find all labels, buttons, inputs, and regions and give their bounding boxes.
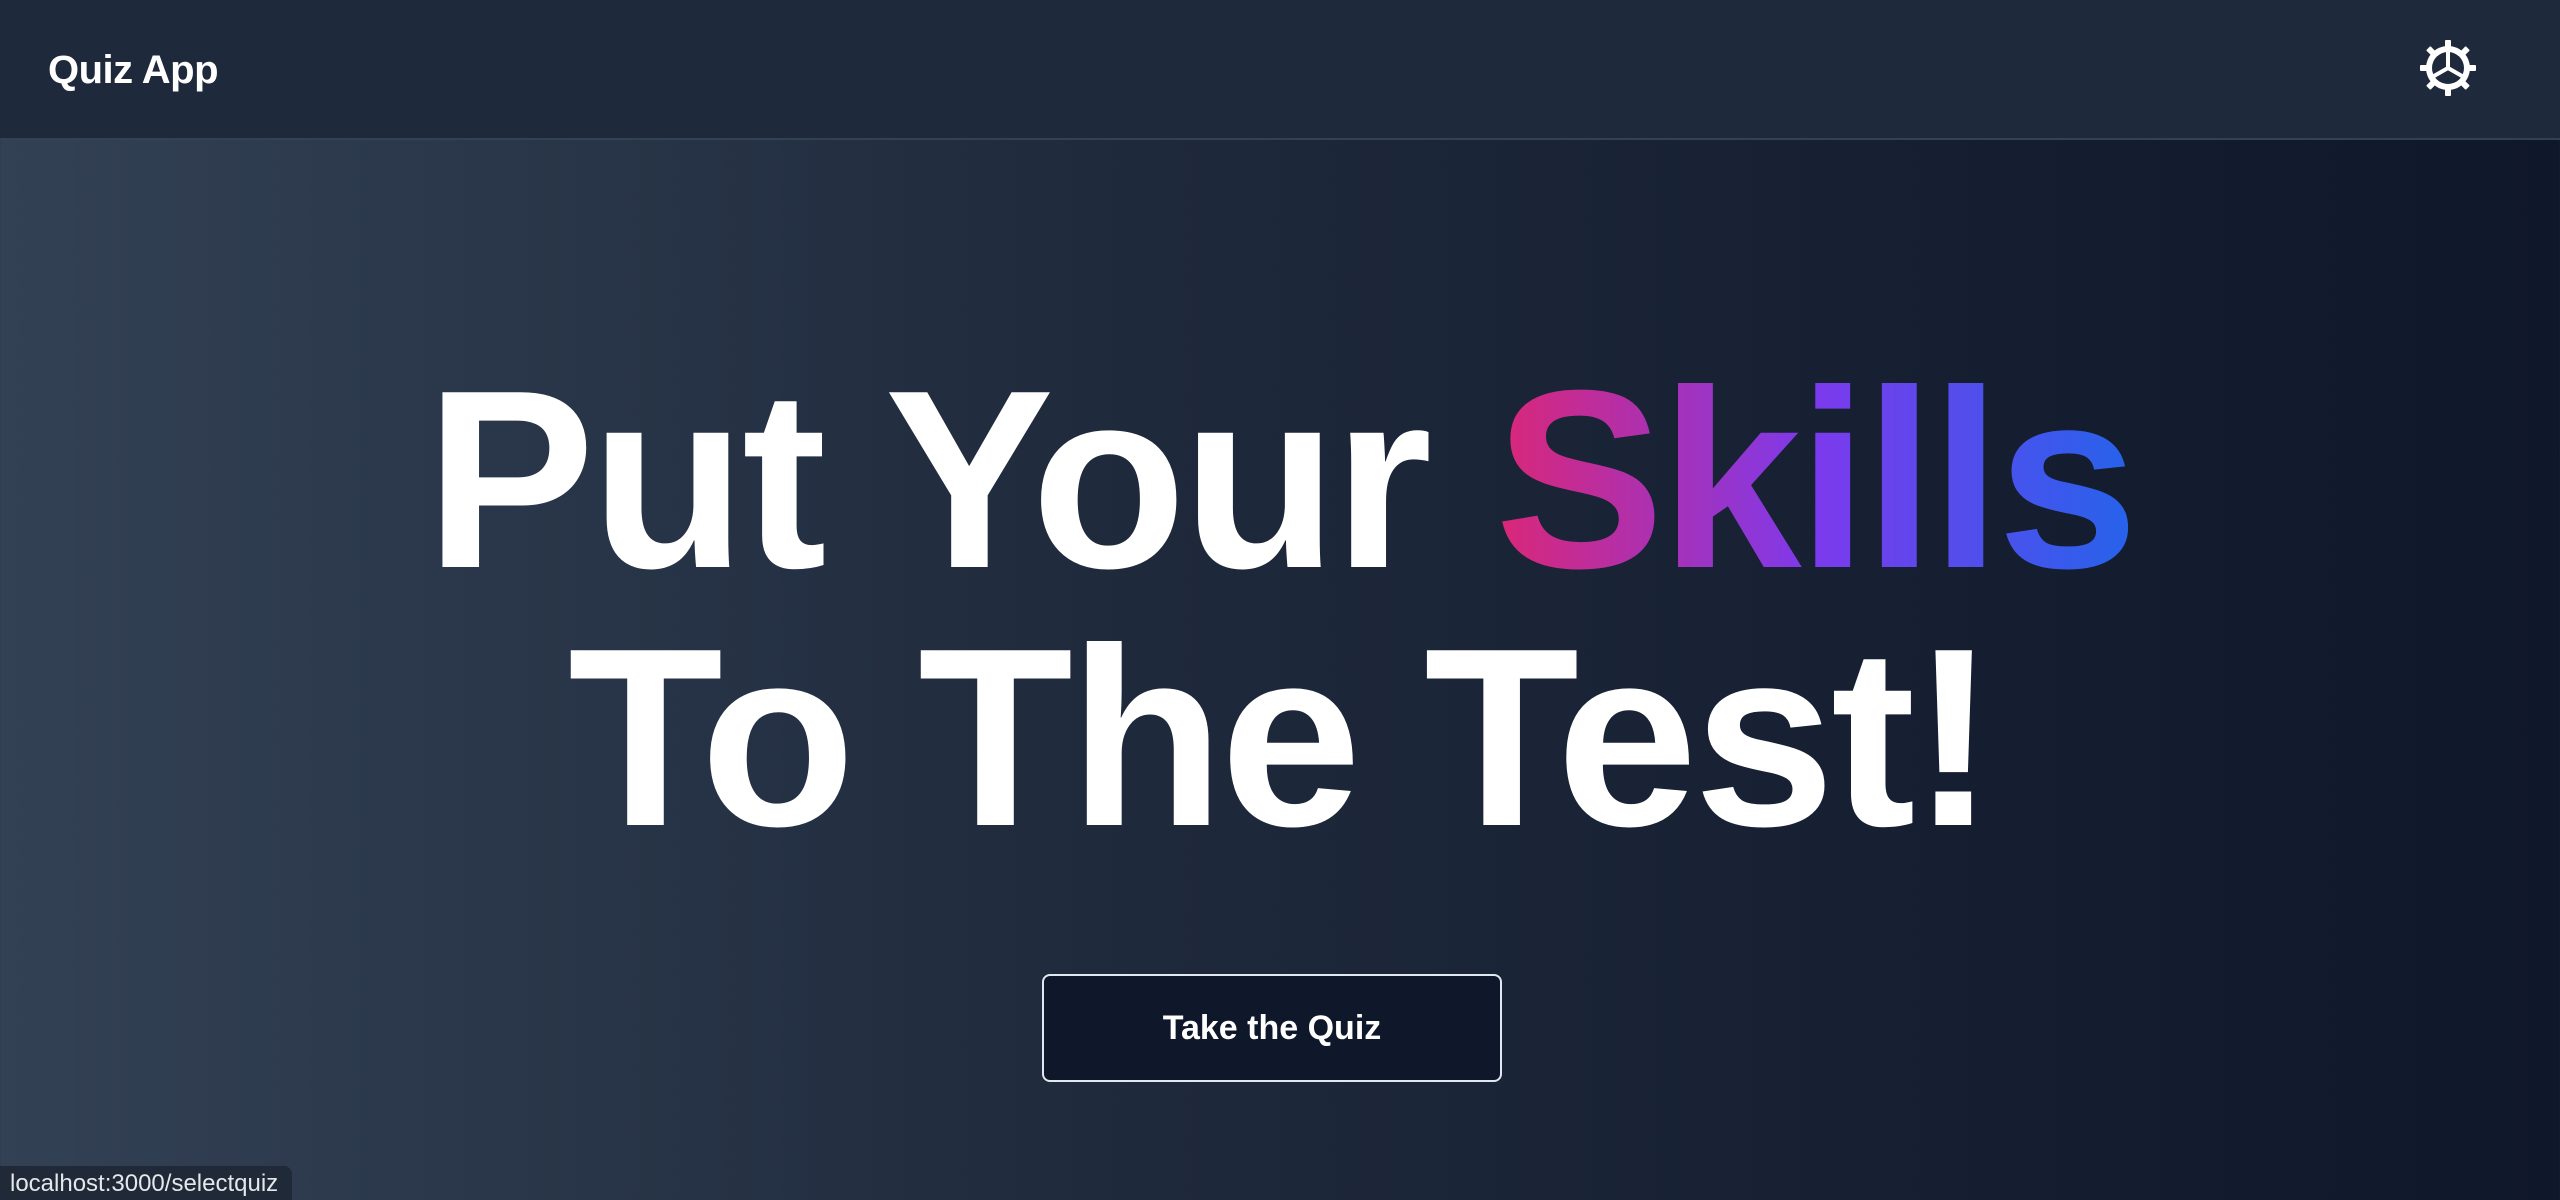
hero-highlight-word: Skills <box>1494 337 2139 621</box>
settings-button[interactable] <box>2418 38 2478 98</box>
brand-logo-link[interactable]: Quiz App <box>48 42 219 98</box>
hero-heading: Put Your Skills To The Test! <box>0 350 2560 866</box>
navbar: Quiz App <box>0 0 2560 140</box>
hero-line-2: To The Test! <box>567 595 1996 879</box>
status-bar-url: localhost:3000/selectquiz <box>0 1166 293 1200</box>
hero-line-1-prefix: Put Your <box>425 337 1495 621</box>
gear-icon <box>2418 38 2478 98</box>
take-quiz-button[interactable]: Take the Quiz <box>1042 974 1502 1082</box>
hero-line-1: Put Your Skills <box>0 350 2560 608</box>
